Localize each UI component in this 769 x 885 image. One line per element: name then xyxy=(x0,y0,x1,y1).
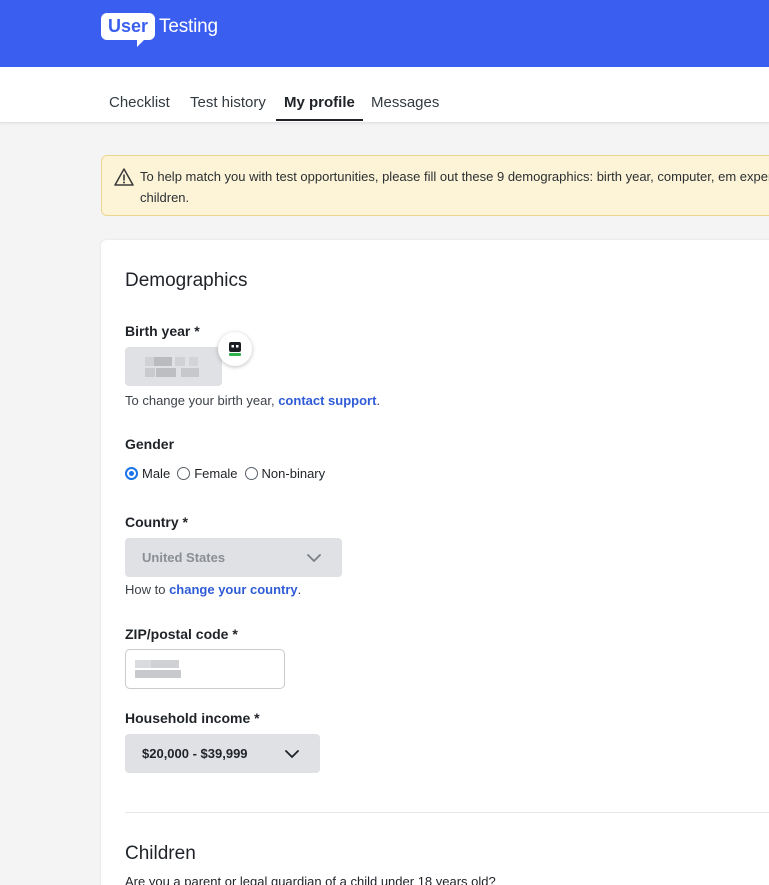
contact-support-link[interactable]: contact support xyxy=(278,393,376,408)
children-question: Are you a parent or legal guardian of a … xyxy=(125,874,496,885)
birth-year-field xyxy=(125,347,222,386)
change-country-link[interactable]: change your country xyxy=(169,582,298,597)
country-select[interactable]: United States xyxy=(125,538,342,577)
zip-input[interactable] xyxy=(125,649,285,689)
profile-card: Demographics Birth year * To change your… xyxy=(101,240,769,885)
logo-text: Testing xyxy=(159,15,218,37)
radio-non-binary[interactable] xyxy=(244,467,258,480)
gender-option-non-binary[interactable]: Non-binary xyxy=(244,466,325,481)
radio-male[interactable] xyxy=(125,467,138,480)
zip-label: ZIP/postal code * xyxy=(125,626,238,642)
usertesting-logo[interactable]: User Testing xyxy=(101,13,218,47)
robot-icon xyxy=(229,342,241,356)
household-income-value: $20,000 - $39,999 xyxy=(142,746,248,761)
birth-year-label: Birth year * xyxy=(125,323,200,339)
top-bar: User Testing xyxy=(0,0,769,67)
household-income-label: Household income * xyxy=(125,710,260,726)
birth-year-help: To change your birth year, contact suppo… xyxy=(125,393,381,408)
alert-text: To help match you with test opportunitie… xyxy=(140,169,769,205)
warning-icon xyxy=(114,168,134,186)
radio-female[interactable] xyxy=(177,467,191,480)
country-value: United States xyxy=(142,550,226,565)
demographics-alert: To help match you with test opportunitie… xyxy=(101,155,769,216)
chevron-down-icon xyxy=(307,554,321,562)
children-heading: Children xyxy=(125,843,196,864)
tab-test-history[interactable]: Test history xyxy=(190,94,266,119)
chevron-down-icon xyxy=(285,750,299,758)
tab-bar: Checklist Test history My profile Messag… xyxy=(0,67,769,123)
gender-option-male[interactable]: Male xyxy=(125,466,170,481)
demographics-heading: Demographics xyxy=(125,270,248,291)
tab-checklist[interactable]: Checklist xyxy=(109,94,170,119)
country-label: Country * xyxy=(125,514,188,530)
country-help: How to change your country. xyxy=(125,582,302,597)
assistant-bot-icon[interactable] xyxy=(218,332,252,366)
logo-badge: User xyxy=(101,13,156,47)
household-income-select[interactable]: $20,000 - $39,999 xyxy=(125,734,320,773)
gender-option-female[interactable]: Female xyxy=(177,466,238,481)
tab-messages[interactable]: Messages xyxy=(371,94,439,119)
tab-my-profile[interactable]: My profile xyxy=(276,94,363,121)
gender-label: Gender xyxy=(125,436,175,452)
gender-radio-group: Male Female Non-binary xyxy=(125,466,332,481)
section-divider xyxy=(125,812,769,813)
